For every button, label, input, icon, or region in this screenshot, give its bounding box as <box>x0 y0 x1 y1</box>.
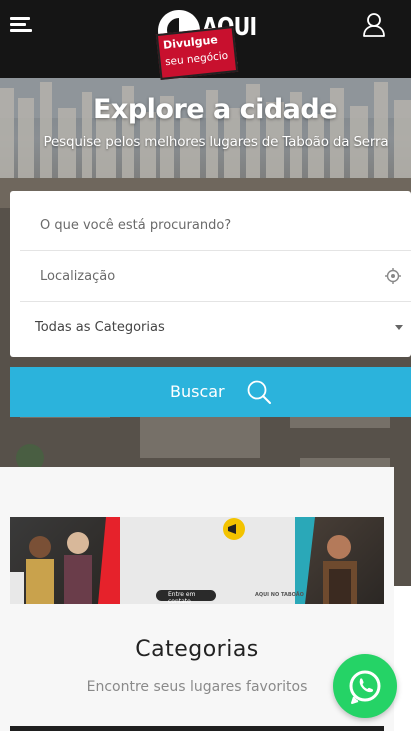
banner-photo-left <box>10 517 120 604</box>
chevron-down-icon <box>395 325 403 330</box>
location-input-placeholder: Localização <box>40 269 116 284</box>
banner-contact-pill: Entre em contato <box>156 590 216 605</box>
keyword-input[interactable]: O que você está procurando? <box>20 201 411 251</box>
megaphone-icon <box>223 518 245 540</box>
hero-title: Explore a cidade <box>92 94 338 125</box>
whatsapp-icon <box>349 670 381 704</box>
banner-brand: AQUI NO TABOÃO <box>255 592 304 598</box>
banner-cta: Entre em contato <box>168 591 196 605</box>
whatsapp-button[interactable] <box>333 654 397 718</box>
location-input[interactable]: Localização <box>20 252 411 302</box>
hero-subtitle: Pesquise pelos melhores lugares de Taboã… <box>43 134 389 150</box>
keyword-input-placeholder: O que você está procurando? <box>40 218 232 233</box>
search-form: O que você está procurando? Localização … <box>10 191 411 357</box>
search-icon <box>247 380 271 404</box>
search-button[interactable]: Buscar <box>10 367 411 417</box>
category-select[interactable]: Todas as Categorias <box>20 303 411 353</box>
hamburger-icon[interactable] <box>10 15 32 35</box>
user-icon[interactable] <box>362 12 386 38</box>
banner-photo-right <box>295 517 384 604</box>
category-select-value: Todas as Categorias <box>35 320 165 335</box>
category-card-top <box>10 726 384 731</box>
crosshair-icon[interactable] <box>385 268 401 284</box>
search-button-label: Buscar <box>170 382 225 401</box>
